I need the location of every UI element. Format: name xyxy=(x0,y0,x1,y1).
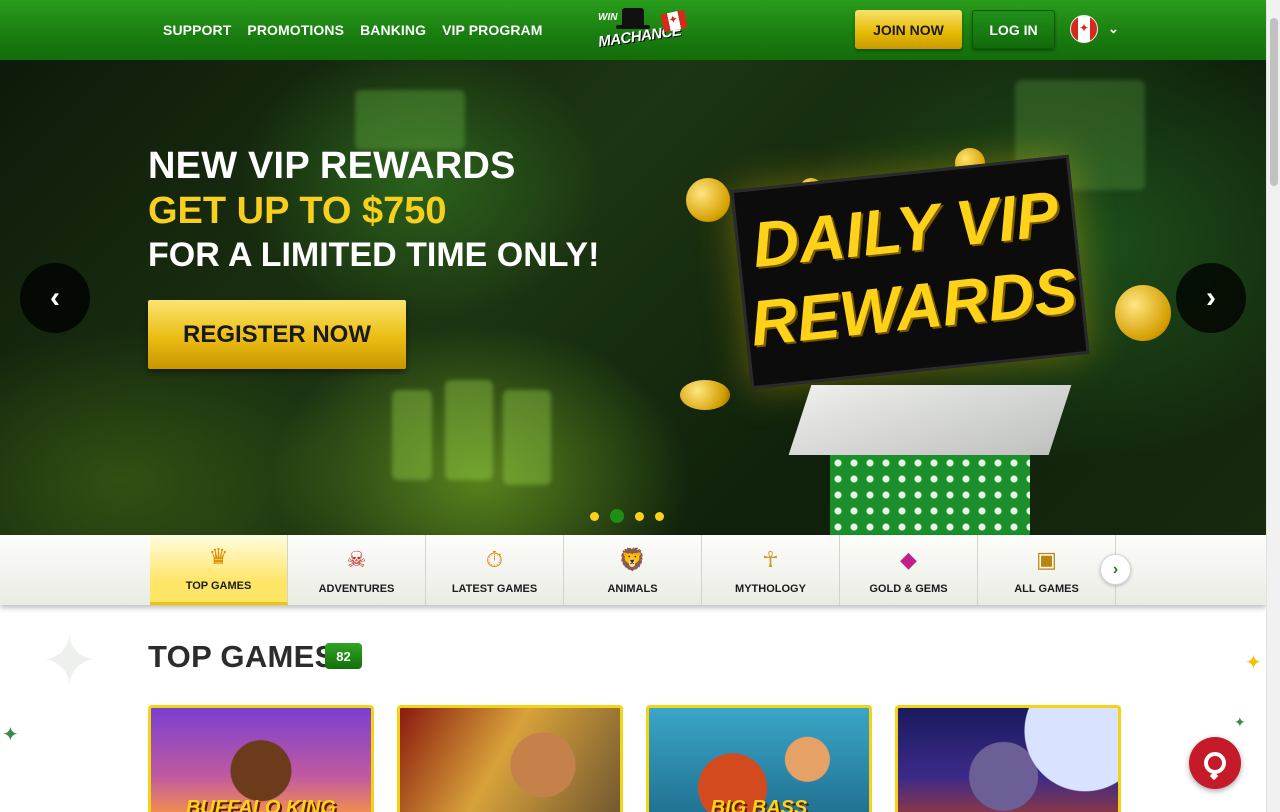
game-count-badge: 82 xyxy=(325,643,362,669)
slider-dot[interactable] xyxy=(655,511,664,521)
games-grid: BUFFALO KING BIG BASS xyxy=(148,705,1121,812)
join-now-button[interactable]: JOIN NOW xyxy=(855,10,962,49)
tab-all-games[interactable]: ▣ ALL GAMES xyxy=(978,535,1116,605)
game-title: BIG BASS xyxy=(710,797,808,812)
hero-banner: NEW VIP REWARDS GET UP TO $750 FOR A LIM… xyxy=(0,60,1266,535)
game-tile-big-bass[interactable]: BIG BASS xyxy=(646,705,872,812)
nav-promotions-link[interactable]: PROMOTIONS xyxy=(247,22,344,38)
top-header: SUPPORT PROMOTIONS BANKING VIP PROGRAM W… xyxy=(0,0,1266,60)
section-title: TOP GAMES xyxy=(148,639,336,674)
tab-latest-games[interactable]: ⏱ LATEST GAMES xyxy=(426,535,564,605)
blurred-screen-graphic xyxy=(355,90,465,150)
chevron-right-icon: › xyxy=(1112,560,1119,578)
chevron-right-icon: › xyxy=(1206,281,1216,314)
tabs-next-button[interactable]: › xyxy=(1100,554,1131,585)
tab-mythology[interactable]: ☥ MYTHOLOGY xyxy=(702,535,840,605)
register-now-button[interactable]: REGISTER NOW xyxy=(148,300,406,369)
lion-icon: 🦁 xyxy=(618,547,647,572)
stopwatch-icon: ⏱ xyxy=(485,547,504,572)
slider-dot[interactable] xyxy=(635,511,644,521)
tab-label: ADVENTURES xyxy=(318,583,395,595)
hero-line-1: NEW VIP REWARDS xyxy=(148,145,516,187)
game-tile[interactable] xyxy=(397,705,623,812)
tab-label: GOLD & GEMS xyxy=(869,583,948,595)
game-title: BUFFALO KING xyxy=(186,797,336,812)
nav-support-link[interactable]: SUPPORT xyxy=(163,22,231,38)
blurred-reel-graphic xyxy=(503,390,551,485)
hero-line-2: GET UP TO $750 xyxy=(148,190,447,232)
page-scrollbar[interactable] xyxy=(1266,0,1280,812)
sparkle-icon: ✦ xyxy=(1245,652,1262,674)
tab-animals[interactable]: 🦁 ANIMALS xyxy=(564,535,702,605)
tab-label: MYTHOLOGY xyxy=(735,583,806,595)
site-logo[interactable]: WIN MACHANCE xyxy=(596,6,692,54)
crown-icon: ♛ xyxy=(208,544,229,569)
logo-text-win: WIN xyxy=(598,12,618,23)
gems-icon: ◆ xyxy=(900,547,917,572)
hero-line-3: FOR A LIMITED TIME ONLY! xyxy=(148,236,600,274)
nav-vip-program-link[interactable]: VIP PROGRAM xyxy=(442,22,542,38)
slider-dots xyxy=(590,509,664,523)
slider-dot[interactable] xyxy=(610,509,624,523)
daily-vip-rewards-sign: DAILY VIP REWARDS xyxy=(730,154,1090,390)
pirate-skull-icon: ☠ xyxy=(346,547,367,572)
hero-headline: NEW VIP REWARDS GET UP TO $750 FOR A LIM… xyxy=(148,144,599,276)
game-tile[interactable] xyxy=(895,705,1121,812)
top-hat-icon xyxy=(616,8,650,29)
sparkle-icon: ✦ xyxy=(1234,714,1246,730)
tab-adventures[interactable]: ☠ ADVENTURES xyxy=(288,535,426,605)
slider-prev-button[interactable]: ‹ xyxy=(20,263,90,333)
gift-box-graphic xyxy=(788,385,1072,535)
chevron-left-icon: ‹ xyxy=(50,281,60,314)
tab-label: LATEST GAMES xyxy=(451,583,538,595)
live-chat-button[interactable] xyxy=(1189,737,1241,789)
category-tabs: ♛ TOP GAMES ☠ ADVENTURES ⏱ LATEST GAMES 🦁 ANIMA… xyxy=(150,535,1116,605)
gold-coin-graphic xyxy=(1115,285,1171,341)
tab-top-games[interactable]: ♛ TOP GAMES xyxy=(150,535,288,605)
gold-coin-graphic xyxy=(680,380,730,410)
pharaoh-icon: ☥ xyxy=(762,547,779,572)
blurred-reel-graphic xyxy=(445,380,493,480)
canada-flag-icon xyxy=(1070,15,1098,43)
treasure-chest-icon: ▣ xyxy=(1036,547,1057,572)
tab-label: ANIMALS xyxy=(607,583,658,595)
game-tile-buffalo-king[interactable]: BUFFALO KING xyxy=(148,705,374,812)
chevron-down-icon: ⌄ xyxy=(1108,21,1119,36)
sparkle-icon: ✦ xyxy=(2,724,19,746)
gold-coin-graphic xyxy=(686,178,730,222)
main-nav: SUPPORT PROMOTIONS BANKING VIP PROGRAM xyxy=(163,0,543,60)
tab-label: TOP GAMES xyxy=(185,580,252,592)
tab-label: ALL GAMES xyxy=(1014,583,1079,595)
slider-dot[interactable] xyxy=(590,511,599,521)
tab-gold-gems[interactable]: ◆ GOLD & GEMS xyxy=(840,535,978,605)
slider-next-button[interactable]: › xyxy=(1176,263,1246,333)
language-selector[interactable]: ⌄ xyxy=(1070,14,1126,44)
maple-leaf-flag-icon xyxy=(660,9,688,33)
blurred-reel-graphic xyxy=(392,390,432,480)
chat-bubble-icon xyxy=(1204,752,1226,774)
scrollbar-thumb[interactable] xyxy=(1270,18,1278,186)
nav-banking-link[interactable]: BANKING xyxy=(360,22,426,38)
decorative-star-icon: ✦ xyxy=(40,622,99,700)
category-tabs-bar: ♛ TOP GAMES ☠ ADVENTURES ⏱ LATEST GAMES 🦁 ANIMA… xyxy=(0,535,1266,605)
log-in-button[interactable]: LOG IN xyxy=(972,10,1055,49)
